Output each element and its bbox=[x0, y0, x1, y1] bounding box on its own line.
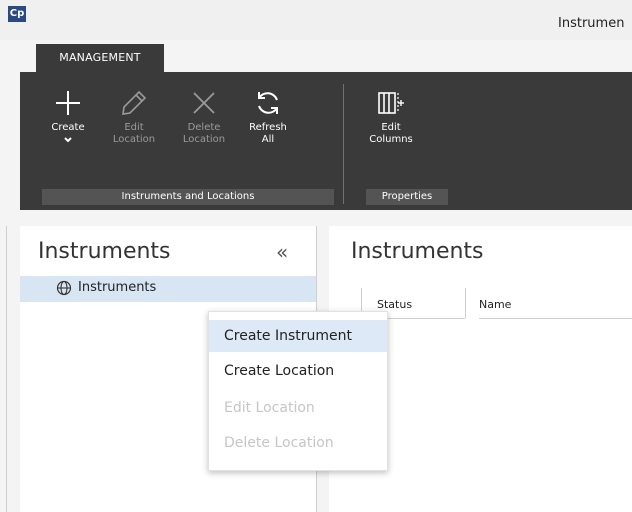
ribbon-separator bbox=[343, 84, 344, 204]
list-pane-title: Instruments bbox=[351, 239, 484, 264]
refresh-all-label-2: All bbox=[261, 134, 275, 145]
refresh-icon bbox=[258, 92, 278, 114]
create-button[interactable]: Create bbox=[48, 88, 88, 148]
title-bar: Cp Instrumen bbox=[0, 0, 632, 40]
column-header-status[interactable]: Status bbox=[377, 292, 465, 319]
navigation-pane-title: Instruments bbox=[38, 239, 171, 264]
delete-location-button[interactable]: Delete Location bbox=[180, 88, 228, 146]
columns-icon bbox=[378, 92, 404, 114]
chevron-down-icon bbox=[64, 137, 72, 143]
tree-item-instruments[interactable]: Instruments bbox=[20, 276, 316, 302]
x-icon bbox=[193, 92, 215, 114]
menu-item-delete-location: Delete Location bbox=[224, 435, 334, 451]
edit-location-button[interactable]: Edit Location bbox=[110, 88, 158, 146]
edit-columns-label-2: Columns bbox=[369, 134, 413, 145]
menu-item-edit-location: Edit Location bbox=[224, 400, 315, 416]
context-menu: Create Instrument Create Location Edit L… bbox=[208, 311, 388, 471]
app-logo: Cp bbox=[8, 6, 26, 22]
pencil-icon bbox=[122, 90, 147, 115]
window-title: Instrumen bbox=[558, 16, 625, 31]
tree-item-label: Instruments bbox=[78, 280, 157, 295]
refresh-all-button[interactable]: Refresh All bbox=[246, 88, 290, 146]
globe-icon bbox=[56, 280, 72, 296]
edit-location-label-1: Edit bbox=[124, 122, 144, 133]
menu-item-create-location[interactable]: Create Location bbox=[209, 355, 387, 387]
column-header-name[interactable]: Name bbox=[479, 292, 632, 319]
edit-columns-label-1: Edit bbox=[381, 122, 401, 133]
edit-columns-button[interactable]: Edit Columns bbox=[366, 88, 416, 146]
menu-item-create-instrument[interactable]: Create Instrument bbox=[209, 320, 387, 352]
left-edge-divider bbox=[6, 226, 7, 512]
tab-management[interactable]: MANAGEMENT bbox=[36, 44, 164, 72]
plus-icon bbox=[56, 91, 80, 115]
ribbon-toolbar: Create Edit Location Delete Location Ref… bbox=[20, 72, 632, 210]
edit-location-label-2: Location bbox=[112, 134, 156, 145]
delete-location-label-1: Delete bbox=[187, 122, 221, 133]
collapse-pane-button[interactable]: « bbox=[276, 240, 288, 264]
delete-location-label-2: Location bbox=[182, 134, 226, 145]
group-label-instruments-and-locations: Instruments and Locations bbox=[42, 189, 334, 205]
group-label-properties: Properties bbox=[366, 189, 448, 205]
refresh-all-label-1: Refresh bbox=[249, 122, 287, 133]
create-label: Create bbox=[51, 122, 85, 133]
column-divider bbox=[465, 288, 466, 318]
